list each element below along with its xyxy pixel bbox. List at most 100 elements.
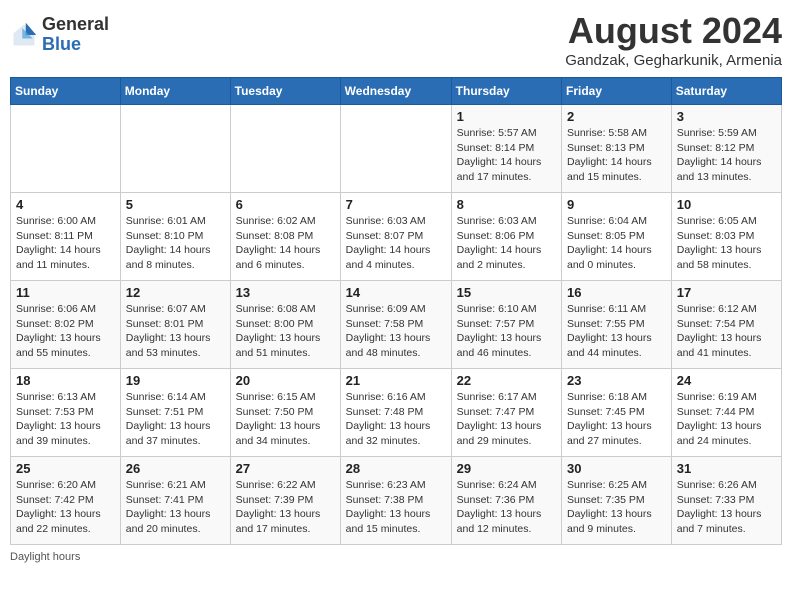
day-number: 23 bbox=[567, 373, 666, 388]
calendar-header: SundayMondayTuesdayWednesdayThursdayFrid… bbox=[11, 78, 782, 105]
day-number: 24 bbox=[677, 373, 776, 388]
calendar-cell: 30 Sunrise: 6:25 AM Sunset: 7:35 PM Dayli… bbox=[562, 457, 672, 545]
day-number: 14 bbox=[346, 285, 446, 300]
day-info: Sunrise: 6:10 AM Sunset: 7:57 PM Dayligh… bbox=[457, 302, 556, 361]
footer-note: Daylight hours bbox=[10, 551, 782, 563]
day-info: Sunrise: 5:59 AM Sunset: 8:12 PM Dayligh… bbox=[677, 126, 776, 185]
day-number: 26 bbox=[126, 461, 225, 476]
calendar-cell: 31 Sunrise: 6:26 AM Sunset: 7:33 PM Dayli… bbox=[671, 457, 781, 545]
day-info: Sunrise: 6:15 AM Sunset: 7:50 PM Dayligh… bbox=[236, 390, 335, 449]
calendar-cell: 7Sunrise: 6:03 AM Sunset: 8:07 PM Daylig… bbox=[340, 193, 451, 281]
day-info: Sunrise: 6:26 AM Sunset: 7:33 PM Dayligh… bbox=[677, 478, 776, 537]
calendar-cell: 16 Sunrise: 6:11 AM Sunset: 7:55 PM Dayli… bbox=[562, 281, 672, 369]
calendar-cell: 17 Sunrise: 6:12 AM Sunset: 7:54 PM Dayli… bbox=[671, 281, 781, 369]
footer-note-text: Daylight hours bbox=[10, 551, 80, 563]
day-info: Sunrise: 6:11 AM Sunset: 7:55 PM Dayligh… bbox=[567, 302, 666, 361]
day-info: Sunrise: 6:16 AM Sunset: 7:48 PM Dayligh… bbox=[346, 390, 446, 449]
calendar-cell: 11 Sunrise: 6:06 AM Sunset: 8:02 PM Dayli… bbox=[11, 281, 121, 369]
day-number: 11 bbox=[16, 285, 115, 300]
calendar-body: 1Sunrise: 5:57 AM Sunset: 8:14 PM Daylig… bbox=[11, 105, 782, 545]
day-info: Sunrise: 6:06 AM Sunset: 8:02 PM Dayligh… bbox=[16, 302, 115, 361]
header: General Blue August 2024 Gandzak, Geghar… bbox=[10, 10, 782, 69]
day-info: Sunrise: 6:17 AM Sunset: 7:47 PM Dayligh… bbox=[457, 390, 556, 449]
day-info: Sunrise: 6:20 AM Sunset: 7:42 PM Dayligh… bbox=[16, 478, 115, 537]
calendar-cell: 23 Sunrise: 6:18 AM Sunset: 7:45 PM Dayli… bbox=[562, 369, 672, 457]
day-number: 3 bbox=[677, 109, 776, 124]
day-info: Sunrise: 6:03 AM Sunset: 8:07 PM Dayligh… bbox=[346, 214, 446, 273]
logo-text: General Blue bbox=[42, 15, 109, 55]
calendar-cell: 19 Sunrise: 6:14 AM Sunset: 7:51 PM Dayli… bbox=[120, 369, 230, 457]
calendar-cell: 4Sunrise: 6:00 AM Sunset: 8:11 PM Daylig… bbox=[11, 193, 121, 281]
day-number: 6 bbox=[236, 197, 335, 212]
calendar-cell: 27Sunrise: 6:22 AM Sunset: 7:39 PM Dayli… bbox=[230, 457, 340, 545]
calendar-cell: 26 Sunrise: 6:21 AM Sunset: 7:41 PM Dayli… bbox=[120, 457, 230, 545]
day-number: 28 bbox=[346, 461, 446, 476]
day-info: Sunrise: 6:12 AM Sunset: 7:54 PM Dayligh… bbox=[677, 302, 776, 361]
day-number: 12 bbox=[126, 285, 225, 300]
calendar-cell: 12 Sunrise: 6:07 AM Sunset: 8:01 PM Dayli… bbox=[120, 281, 230, 369]
calendar-cell: 5 Sunrise: 6:01 AM Sunset: 8:10 PM Daylig… bbox=[120, 193, 230, 281]
day-info: Sunrise: 6:01 AM Sunset: 8:10 PM Dayligh… bbox=[126, 214, 225, 273]
calendar-cell: 22Sunrise: 6:17 AM Sunset: 7:47 PM Dayli… bbox=[451, 369, 561, 457]
day-number: 17 bbox=[677, 285, 776, 300]
day-of-week-tuesday: Tuesday bbox=[230, 78, 340, 105]
day-number: 9 bbox=[567, 197, 666, 212]
calendar-cell: 21 Sunrise: 6:16 AM Sunset: 7:48 PM Dayli… bbox=[340, 369, 451, 457]
day-info: Sunrise: 6:02 AM Sunset: 8:08 PM Dayligh… bbox=[236, 214, 335, 273]
day-number: 21 bbox=[346, 373, 446, 388]
day-info: Sunrise: 6:14 AM Sunset: 7:51 PM Dayligh… bbox=[126, 390, 225, 449]
day-number: 25 bbox=[16, 461, 115, 476]
calendar-cell: 20Sunrise: 6:15 AM Sunset: 7:50 PM Dayli… bbox=[230, 369, 340, 457]
calendar-cell: 6 Sunrise: 6:02 AM Sunset: 8:08 PM Daylig… bbox=[230, 193, 340, 281]
day-info: Sunrise: 6:08 AM Sunset: 8:00 PM Dayligh… bbox=[236, 302, 335, 361]
day-of-week-sunday: Sunday bbox=[11, 78, 121, 105]
logo-general-text: General bbox=[42, 15, 109, 35]
day-number: 1 bbox=[457, 109, 556, 124]
day-info: Sunrise: 6:05 AM Sunset: 8:03 PM Dayligh… bbox=[677, 214, 776, 273]
day-number: 10 bbox=[677, 197, 776, 212]
calendar-cell: 13Sunrise: 6:08 AM Sunset: 8:00 PM Dayli… bbox=[230, 281, 340, 369]
day-number: 8 bbox=[457, 197, 556, 212]
day-info: Sunrise: 6:21 AM Sunset: 7:41 PM Dayligh… bbox=[126, 478, 225, 537]
calendar-cell: 2Sunrise: 5:58 AM Sunset: 8:13 PM Daylig… bbox=[562, 105, 672, 193]
week-row-4: 18Sunrise: 6:13 AM Sunset: 7:53 PM Dayli… bbox=[11, 369, 782, 457]
week-row-5: 25 Sunrise: 6:20 AM Sunset: 7:42 PM Dayli… bbox=[11, 457, 782, 545]
calendar-cell: 8 Sunrise: 6:03 AM Sunset: 8:06 PM Daylig… bbox=[451, 193, 561, 281]
calendar-cell: 25 Sunrise: 6:20 AM Sunset: 7:42 PM Dayli… bbox=[11, 457, 121, 545]
day-info: Sunrise: 6:07 AM Sunset: 8:01 PM Dayligh… bbox=[126, 302, 225, 361]
calendar-cell: 15Sunrise: 6:10 AM Sunset: 7:57 PM Dayli… bbox=[451, 281, 561, 369]
day-info: Sunrise: 6:25 AM Sunset: 7:35 PM Dayligh… bbox=[567, 478, 666, 537]
day-number: 19 bbox=[126, 373, 225, 388]
day-number: 30 bbox=[567, 461, 666, 476]
logo-icon bbox=[10, 21, 38, 49]
day-of-week-monday: Monday bbox=[120, 78, 230, 105]
week-row-3: 11 Sunrise: 6:06 AM Sunset: 8:02 PM Dayli… bbox=[11, 281, 782, 369]
calendar-cell: 24 Sunrise: 6:19 AM Sunset: 7:44 PM Dayli… bbox=[671, 369, 781, 457]
calendar-cell bbox=[120, 105, 230, 193]
day-info: Sunrise: 6:03 AM Sunset: 8:06 PM Dayligh… bbox=[457, 214, 556, 273]
day-info: Sunrise: 6:18 AM Sunset: 7:45 PM Dayligh… bbox=[567, 390, 666, 449]
day-number: 29 bbox=[457, 461, 556, 476]
calendar-cell: 28 Sunrise: 6:23 AM Sunset: 7:38 PM Dayli… bbox=[340, 457, 451, 545]
calendar-cell bbox=[340, 105, 451, 193]
day-info: Sunrise: 6:19 AM Sunset: 7:44 PM Dayligh… bbox=[677, 390, 776, 449]
week-row-1: 1Sunrise: 5:57 AM Sunset: 8:14 PM Daylig… bbox=[11, 105, 782, 193]
logo-blue-text: Blue bbox=[42, 35, 109, 55]
day-number: 16 bbox=[567, 285, 666, 300]
day-number: 18 bbox=[16, 373, 115, 388]
day-number: 4 bbox=[16, 197, 115, 212]
week-row-2: 4Sunrise: 6:00 AM Sunset: 8:11 PM Daylig… bbox=[11, 193, 782, 281]
day-number: 31 bbox=[677, 461, 776, 476]
calendar-cell bbox=[11, 105, 121, 193]
calendar-cell: 14 Sunrise: 6:09 AM Sunset: 7:58 PM Dayli… bbox=[340, 281, 451, 369]
calendar-cell bbox=[230, 105, 340, 193]
calendar-cell: 10 Sunrise: 6:05 AM Sunset: 8:03 PM Dayli… bbox=[671, 193, 781, 281]
day-info: Sunrise: 6:09 AM Sunset: 7:58 PM Dayligh… bbox=[346, 302, 446, 361]
day-info: Sunrise: 6:22 AM Sunset: 7:39 PM Dayligh… bbox=[236, 478, 335, 537]
calendar-cell: 29Sunrise: 6:24 AM Sunset: 7:36 PM Dayli… bbox=[451, 457, 561, 545]
location: Gandzak, Gegharkunik, Armenia bbox=[565, 52, 782, 69]
day-info: Sunrise: 6:04 AM Sunset: 8:05 PM Dayligh… bbox=[567, 214, 666, 273]
day-number: 5 bbox=[126, 197, 225, 212]
day-info: Sunrise: 6:23 AM Sunset: 7:38 PM Dayligh… bbox=[346, 478, 446, 537]
month-title: August 2024 bbox=[565, 10, 782, 52]
